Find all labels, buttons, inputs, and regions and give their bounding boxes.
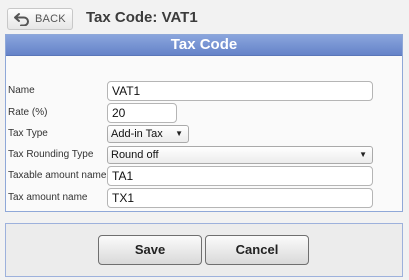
taxable-name-input[interactable]: TA1 (107, 166, 373, 186)
tax-type-select[interactable]: Add-in Tax ▼ (107, 125, 189, 143)
chevron-down-icon: ▼ (175, 129, 183, 138)
footer-bar: Save Cancel (5, 223, 403, 277)
rounding-value: Round off (111, 149, 159, 161)
rounding-select[interactable]: Round off ▼ (107, 146, 373, 164)
panel-title: Tax Code (6, 35, 402, 56)
cancel-button[interactable]: Cancel (205, 235, 309, 265)
rate-row: Rate (%) 20 (6, 103, 404, 123)
rate-input[interactable]: 20 (107, 103, 177, 123)
chevron-down-icon: ▼ (359, 150, 367, 159)
undo-arrow-icon (13, 12, 31, 27)
page-title: Tax Code: VAT1 (86, 9, 198, 26)
rate-label: Rate (%) (8, 107, 48, 118)
tax-amount-name-input[interactable]: TX1 (107, 188, 373, 208)
name-row: Name VAT1 (6, 81, 404, 101)
save-button[interactable]: Save (98, 235, 202, 265)
rounding-row: Tax Rounding Type Round off ▼ (6, 145, 404, 165)
tax-amount-name-row: Tax amount name TX1 (6, 188, 404, 208)
name-label: Name (8, 85, 35, 96)
tax-amount-name-label: Tax amount name (8, 192, 88, 203)
taxable-name-row: Taxable amount name TA1 (6, 166, 404, 186)
name-input[interactable]: VAT1 (107, 81, 373, 101)
top-bar: BACK Tax Code: VAT1 (0, 0, 409, 36)
tax-type-value: Add-in Tax (111, 128, 163, 140)
tax-type-label: Tax Type (8, 128, 48, 139)
back-label: BACK (35, 13, 66, 25)
tax-code-panel: Tax Code Name VAT1 Rate (%) 20 Tax Type … (5, 34, 403, 212)
taxable-name-label: Taxable amount name (8, 170, 107, 181)
rounding-label: Tax Rounding Type (8, 149, 94, 160)
tax-type-row: Tax Type Add-in Tax ▼ (6, 124, 404, 144)
back-button[interactable]: BACK (7, 8, 73, 30)
